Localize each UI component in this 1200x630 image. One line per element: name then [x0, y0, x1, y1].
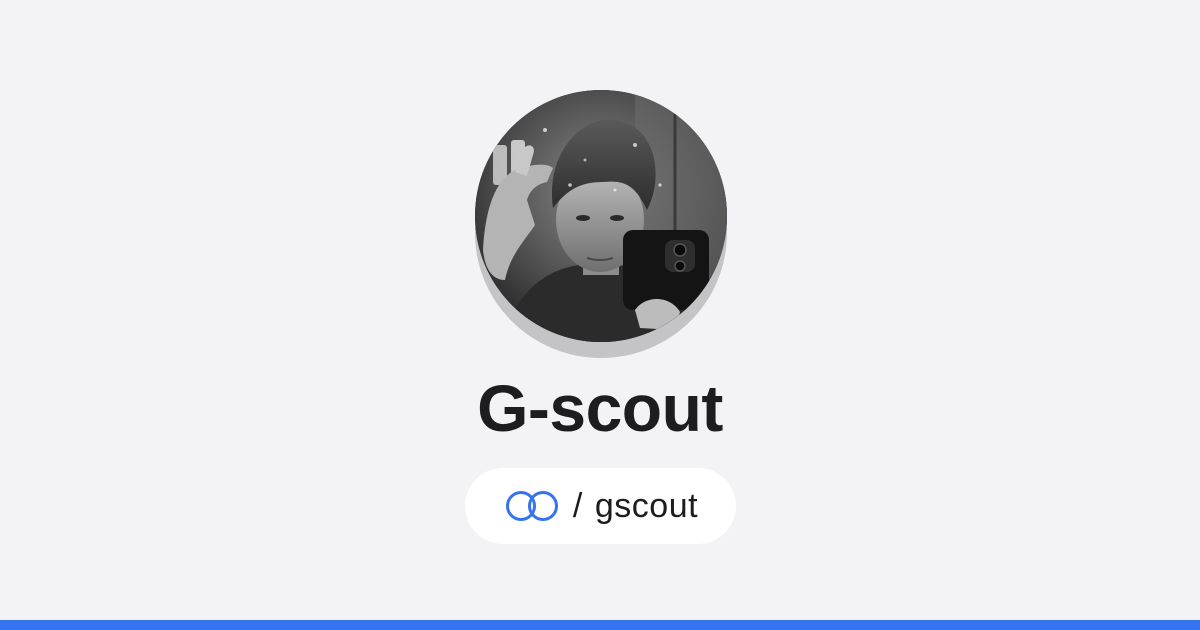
linked-rings-logo-icon [505, 491, 558, 521]
avatar-photo-icon [475, 90, 727, 342]
handle-pill[interactable]: / gscout [465, 468, 736, 544]
handle-text: gscout [594, 486, 699, 525]
avatar[interactable] [475, 90, 727, 342]
profile-name: G-scout [477, 371, 723, 445]
accent-bar [0, 620, 1200, 630]
profile-card: G-scout / gscout [0, 0, 1200, 630]
handle-separator: / [572, 486, 583, 525]
avatar-container [475, 90, 727, 358]
